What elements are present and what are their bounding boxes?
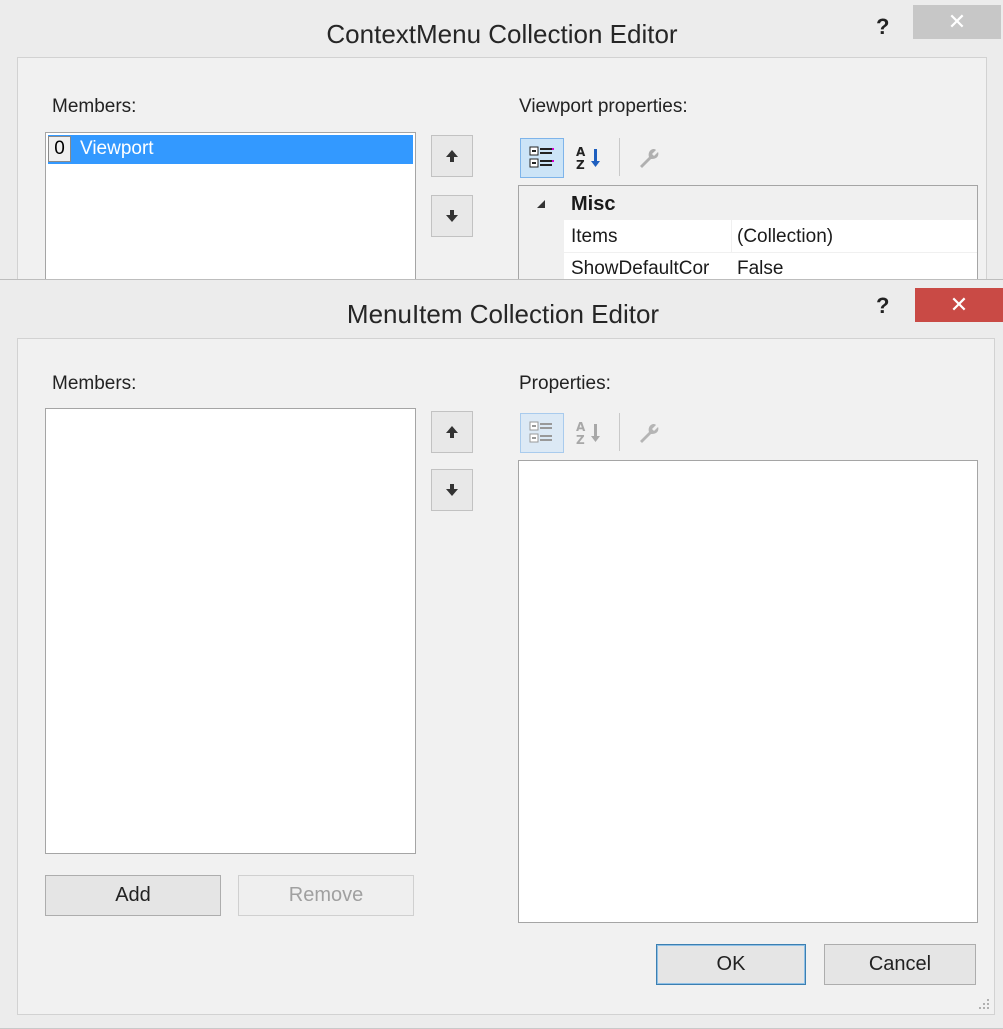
arrow-up-icon bbox=[446, 150, 458, 162]
move-up-button[interactable] bbox=[431, 135, 473, 177]
move-down-button[interactable] bbox=[431, 195, 473, 237]
wrench-icon bbox=[640, 424, 659, 443]
category-label: Misc bbox=[571, 193, 616, 215]
alphabetical-button[interactable]: A Z bbox=[570, 413, 610, 453]
property-pages-button[interactable] bbox=[629, 138, 669, 178]
property-row[interactable]: Items (Collection) bbox=[519, 220, 977, 253]
arrow-down-icon bbox=[446, 484, 458, 496]
title-bar: MenuItem Collection Editor ? ✕ bbox=[0, 280, 1003, 338]
contextmenu-collection-editor-window: ContextMenu Collection Editor ? ✕ Member… bbox=[0, 0, 1003, 332]
ok-button[interactable]: OK bbox=[656, 944, 806, 985]
toolbar-separator bbox=[619, 413, 620, 451]
members-label: Members: bbox=[52, 373, 137, 394]
title-bar: ContextMenu Collection Editor ? ✕ bbox=[0, 0, 1003, 57]
arrow-up-icon bbox=[446, 426, 458, 438]
resize-grip-icon[interactable] bbox=[977, 997, 991, 1011]
close-button[interactable]: ✕ bbox=[913, 5, 1001, 39]
property-pages-button[interactable] bbox=[629, 413, 669, 453]
move-up-button[interactable] bbox=[431, 411, 473, 453]
property-name: ShowDefaultCor bbox=[571, 258, 710, 279]
properties-label: Properties: bbox=[519, 373, 611, 394]
client-area: Members: Add Remove Properties: A Z OK C… bbox=[17, 338, 995, 1015]
property-grid[interactable] bbox=[518, 460, 978, 923]
remove-button[interactable]: Remove bbox=[238, 875, 414, 916]
property-name: Items bbox=[571, 226, 618, 247]
client-area: Members: 0 Viewport Viewport properties: bbox=[17, 57, 987, 332]
list-item[interactable]: 0 Viewport bbox=[48, 135, 413, 164]
close-button[interactable]: ✕ bbox=[915, 288, 1003, 322]
arrow-down-icon bbox=[446, 210, 458, 222]
sort-alphabetical-icon: A Z bbox=[576, 420, 600, 447]
svg-text:A: A bbox=[576, 145, 586, 159]
categorized-button[interactable] bbox=[520, 138, 564, 178]
wrench-icon bbox=[640, 149, 659, 168]
alphabetical-button[interactable]: A Z bbox=[570, 138, 610, 178]
sort-alphabetical-icon: A Z bbox=[576, 145, 600, 172]
members-label: Members: bbox=[52, 96, 137, 117]
properties-label: Viewport properties: bbox=[519, 96, 688, 117]
column-divider bbox=[731, 220, 732, 252]
categorized-button[interactable] bbox=[520, 413, 564, 453]
add-button[interactable]: Add bbox=[45, 875, 221, 916]
svg-text:A: A bbox=[576, 420, 586, 434]
help-button[interactable]: ? bbox=[876, 293, 889, 319]
toolbar-separator bbox=[619, 138, 620, 176]
help-button[interactable]: ? bbox=[876, 14, 889, 40]
svg-text:Z: Z bbox=[576, 158, 585, 172]
collapse-triangle-icon[interactable] bbox=[535, 198, 547, 210]
categorized-icon bbox=[529, 421, 552, 443]
menuitem-collection-editor-window: MenuItem Collection Editor ? ✕ Members: … bbox=[0, 279, 1003, 1029]
property-value[interactable]: False bbox=[737, 258, 783, 280]
property-value[interactable]: (Collection) bbox=[737, 226, 833, 248]
window-title: ContextMenu Collection Editor bbox=[326, 19, 678, 49]
cancel-button[interactable]: Cancel bbox=[824, 944, 976, 985]
category-row[interactable]: Misc bbox=[519, 186, 977, 220]
member-index: 0 bbox=[48, 136, 71, 162]
members-listbox[interactable] bbox=[45, 408, 416, 854]
row-gutter bbox=[519, 220, 564, 252]
svg-text:Z: Z bbox=[576, 433, 585, 447]
move-down-button[interactable] bbox=[431, 469, 473, 511]
window-title: MenuItem Collection Editor bbox=[346, 299, 660, 329]
categorized-icon bbox=[529, 146, 554, 168]
member-name: Viewport bbox=[80, 138, 154, 159]
